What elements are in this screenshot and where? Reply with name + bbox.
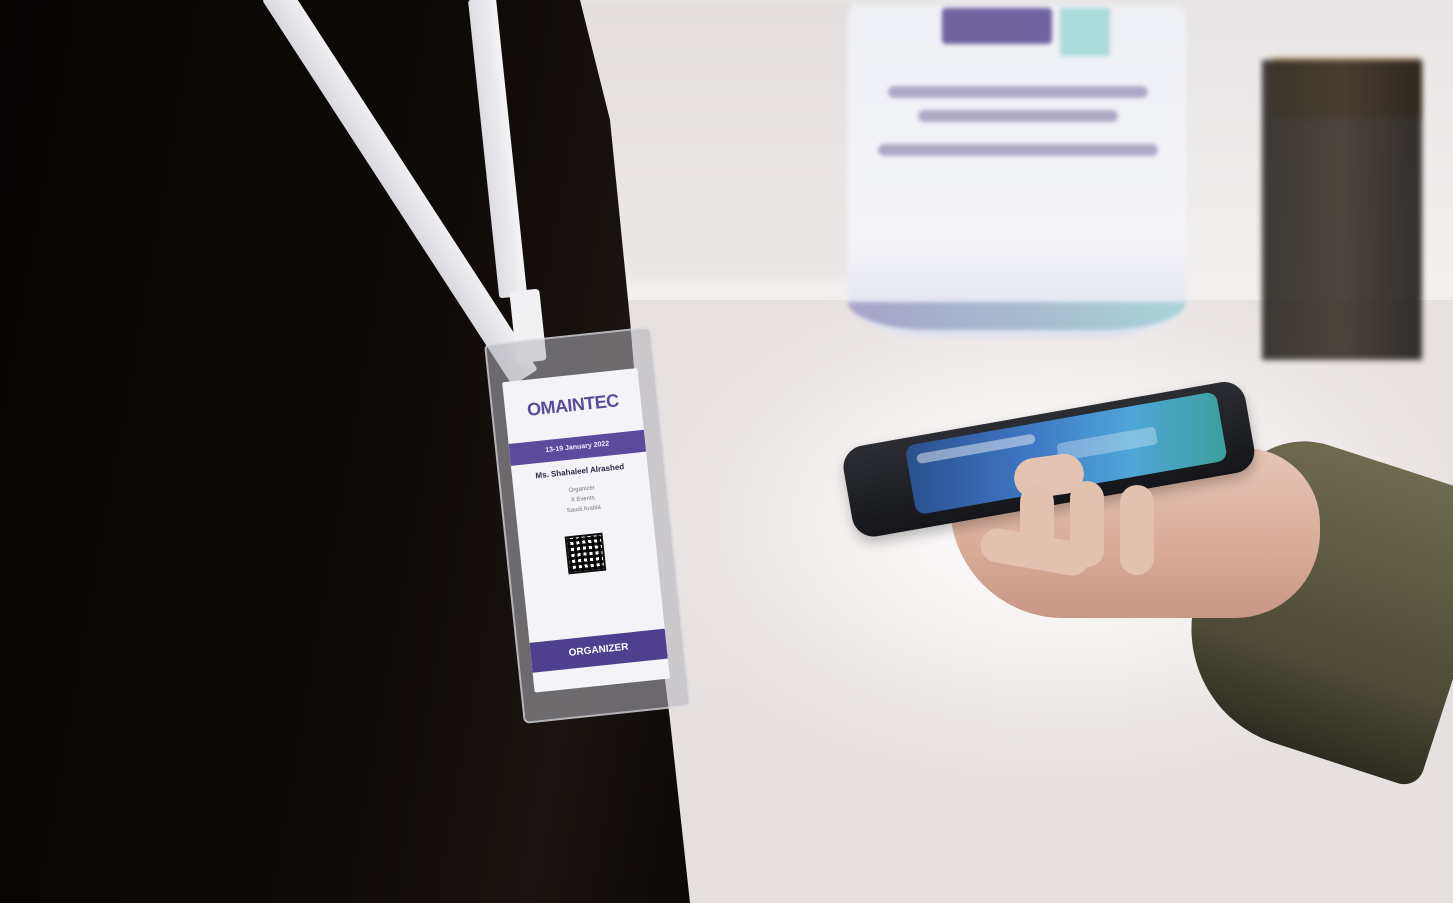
name-badge: OMAINTEC 13-19 January 2022 Ms. Shahalee… <box>502 368 670 693</box>
qr-code <box>564 532 607 575</box>
badge-date: 13-19 January 2022 <box>508 429 647 466</box>
background-pillar <box>1262 60 1422 360</box>
background-banner <box>848 6 1186 338</box>
badge-role: ORGANIZER <box>529 628 668 673</box>
photo-scene: OMAINTEC 13-19 January 2022 Ms. Shahalee… <box>0 0 1453 903</box>
badge-logo: OMAINTEC <box>526 390 620 420</box>
badge-name: Ms. Shahaleel Alrashed <box>535 462 625 481</box>
fingers <box>977 481 1180 605</box>
